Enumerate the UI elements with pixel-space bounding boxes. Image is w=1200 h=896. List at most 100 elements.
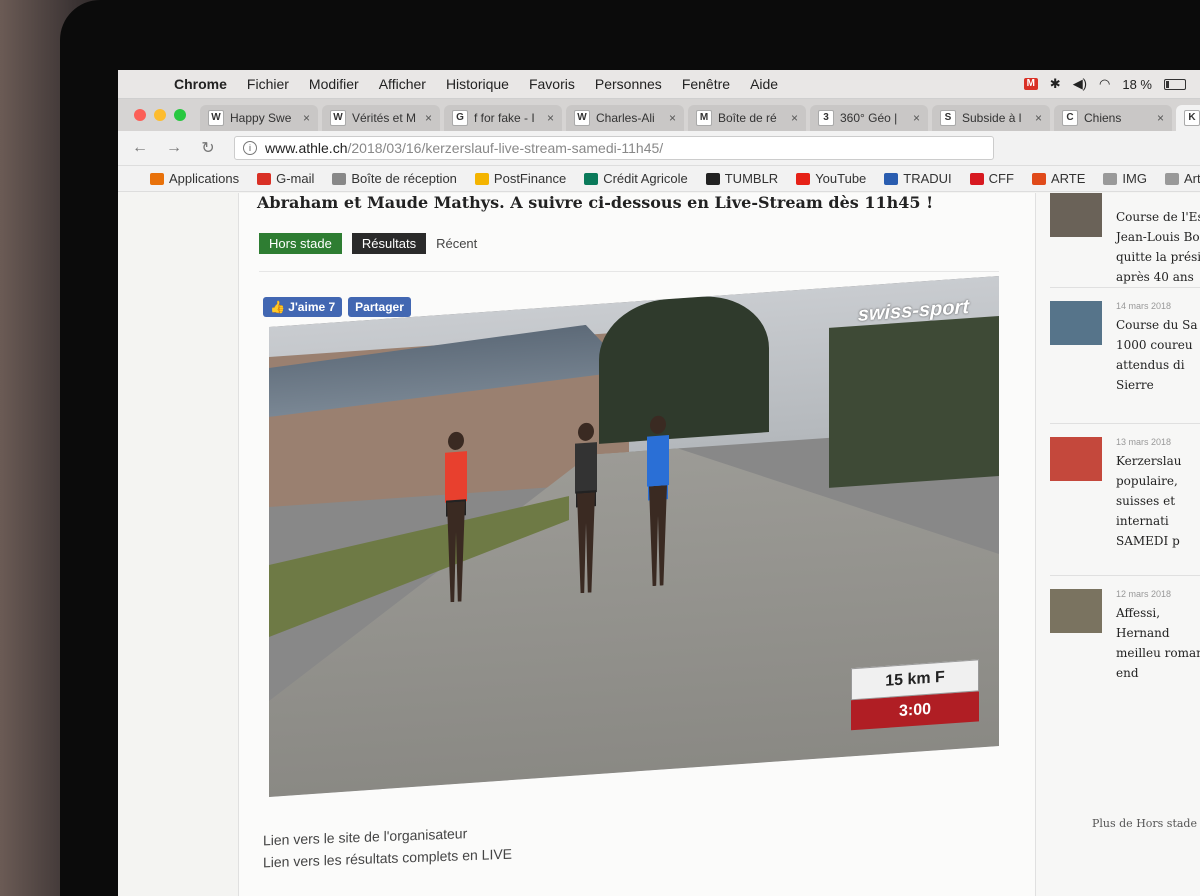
minimize-window-button[interactable] [154,109,166,121]
like-label: J'aime 7 [288,300,336,314]
bookmark-label: PostFinance [493,171,567,186]
back-arrow-icon[interactable]: ← [128,139,152,157]
facebook-share-button[interactable]: Partager [348,297,411,317]
browser-tab[interactable]: 3 360° Géo | × [810,105,928,131]
sidebar-news-item[interactable]: 14 mars 2018 Course du Sa 1000 coureu att… [1050,301,1200,411]
info-icon[interactable]: i [243,141,257,155]
bookmark-label: G-mail [276,171,315,186]
news-thumbnail[interactable] [1050,589,1102,633]
tag-hors-stade[interactable]: Hors stade [259,233,342,254]
browser-tab[interactable]: W Happy Swe × [200,105,318,131]
bookmark-label: IMG [1122,171,1147,186]
tab-favicon-icon: 3 [818,110,834,126]
menu-modifier[interactable]: Modifier [309,76,359,92]
tab-close-icon[interactable]: × [1035,111,1042,125]
tab-close-icon[interactable]: × [913,111,920,125]
news-thumbnail[interactable] [1050,193,1102,237]
bookmark-item[interactable]: Boîte de réception [332,171,457,186]
browser-tab[interactable]: W Vérités et M × [322,105,440,131]
news-title[interactable]: Kerzerslau populaire, suisses et interna… [1116,451,1200,551]
bookmark-item[interactable]: TUMBLR [705,171,779,186]
divider [259,271,999,272]
news-date: 14 mars 2018 [1116,301,1172,311]
bluetooth-icon[interactable]: ✱ [1050,76,1061,92]
menu-afficher[interactable]: Afficher [379,76,426,92]
bookmark-icon [1103,172,1118,185]
sidebar-divider [1050,287,1200,288]
tab-close-icon[interactable]: × [425,111,432,125]
browser-tab[interactable]: KKerze [1176,105,1200,131]
bookmark-icon [474,172,489,185]
bookmark-item[interactable]: CFF [969,171,1014,186]
reload-icon[interactable]: ↻ [196,138,220,158]
browser-tab[interactable]: Gf for fake - I × [444,105,562,131]
tab-close-icon[interactable]: × [547,111,554,125]
news-thumbnail[interactable] [1050,437,1102,481]
tab-title: Happy Swe [230,111,292,125]
volume-icon[interactable]: ◀) [1073,76,1087,92]
tab-close-icon[interactable]: × [791,111,798,125]
bookmark-icon [969,172,984,185]
tag-recent[interactable]: Récent [436,236,477,251]
more-hors-stade-link[interactable]: Plus de Hors stade [1092,817,1197,830]
sidebar-news-item[interactable]: 12 mars 2018 Affessi, Hernand meilleu rom… [1050,589,1200,699]
sidebar-news-item[interactable]: 13 mars 2018 Kerzerslau populaire, suisse… [1050,437,1200,548]
bookmark-label: CFF [988,171,1014,186]
address-bar[interactable]: i www.athle.ch/2018/03/16/kerzerslauf-li… [234,136,994,160]
facebook-like-button[interactable]: 👍 J'aime 7 [263,297,343,317]
bookmark-label: TUMBLR [724,171,779,186]
browser-tab[interactable]: W Charles-Ali × [566,105,684,131]
bookmark-item[interactable]: YouTube [796,171,866,186]
bookmark-label: Crédit Agricole [603,171,688,186]
menu-fichier[interactable]: Fichier [247,76,289,92]
laptop-screen: Chrome Fichier Modifier Afficher Histori… [118,70,1200,896]
bookmark-item[interactable]: TRADUI [884,171,952,186]
tab-title: 360° Géo | [840,111,898,125]
news-title[interactable]: Affessi, Hernand meilleu romand end [1116,603,1200,683]
zoom-window-button[interactable] [174,109,186,121]
runner-blue [641,407,675,599]
menu-historique[interactable]: Historique [446,76,509,92]
video-trees [599,292,769,444]
tab-title: Boîte de ré [718,111,777,125]
news-title[interactable]: Course de l'Esc Jean-Louis Bot quitte la… [1116,207,1200,287]
browser-tab[interactable]: S Subside à l × [932,105,1050,131]
browser-tab[interactable]: C Chiens × [1054,105,1172,131]
menu-favoris[interactable]: Favoris [529,76,575,92]
status-area: M ✱ ◀) ◠ 18 % [1023,76,1186,92]
menu-app-name[interactable]: Chrome [174,76,227,92]
apple-icon[interactable] [142,76,158,92]
wifi-icon[interactable]: ◠ [1099,76,1110,92]
tab-close-icon[interactable]: × [669,111,676,125]
tab-close-icon[interactable]: × [303,111,310,125]
bookmark-label: Applications [169,171,240,186]
bookmark-item[interactable]: G-mail [257,171,314,186]
news-thumbnail[interactable] [1050,301,1102,345]
close-window-button[interactable] [134,109,146,121]
battery-percent[interactable]: 18 % [1122,77,1152,92]
bookmark-item[interactable]: PostFinance [474,171,567,186]
browser-tab[interactable]: M Boîte de ré × [688,105,806,131]
bookmark-item[interactable]: Artifacts or Geo [1164,171,1200,186]
bookmark-item[interactable]: Applications [150,171,239,186]
bookmark-label: ARTE [1050,171,1086,186]
tag-resultats[interactable]: Résultats [351,233,427,254]
bookmark-icon [150,172,164,185]
tab-close-icon[interactable]: × [1157,111,1164,125]
race-scorebox: 15 km F 3:00 [851,659,979,731]
video-hedge [829,315,999,488]
article-links: Lien vers le site de l'organisateur Lien… [263,821,512,874]
news-date: 13 mars 2018 [1116,437,1172,447]
bookmark-item[interactable]: IMG [1103,171,1147,186]
news-title[interactable]: Course du Sa 1000 coureu attendus di Sie… [1116,315,1200,395]
runner-black [569,414,603,606]
live-stream-video[interactable]: swiss-sport 15 km F 3:00 [269,275,999,797]
bookmark-item[interactable]: Crédit Agricole [584,171,688,186]
gmail-status-icon[interactable]: M [1023,78,1038,90]
menu-aide[interactable]: Aide [750,76,778,92]
forward-arrow-icon[interactable]: → [162,139,186,157]
menu-personnes[interactable]: Personnes [595,76,662,92]
bookmark-item[interactable]: ARTE [1031,171,1086,186]
battery-icon[interactable] [1164,78,1186,90]
menu-fenetre[interactable]: Fenêtre [682,76,730,92]
